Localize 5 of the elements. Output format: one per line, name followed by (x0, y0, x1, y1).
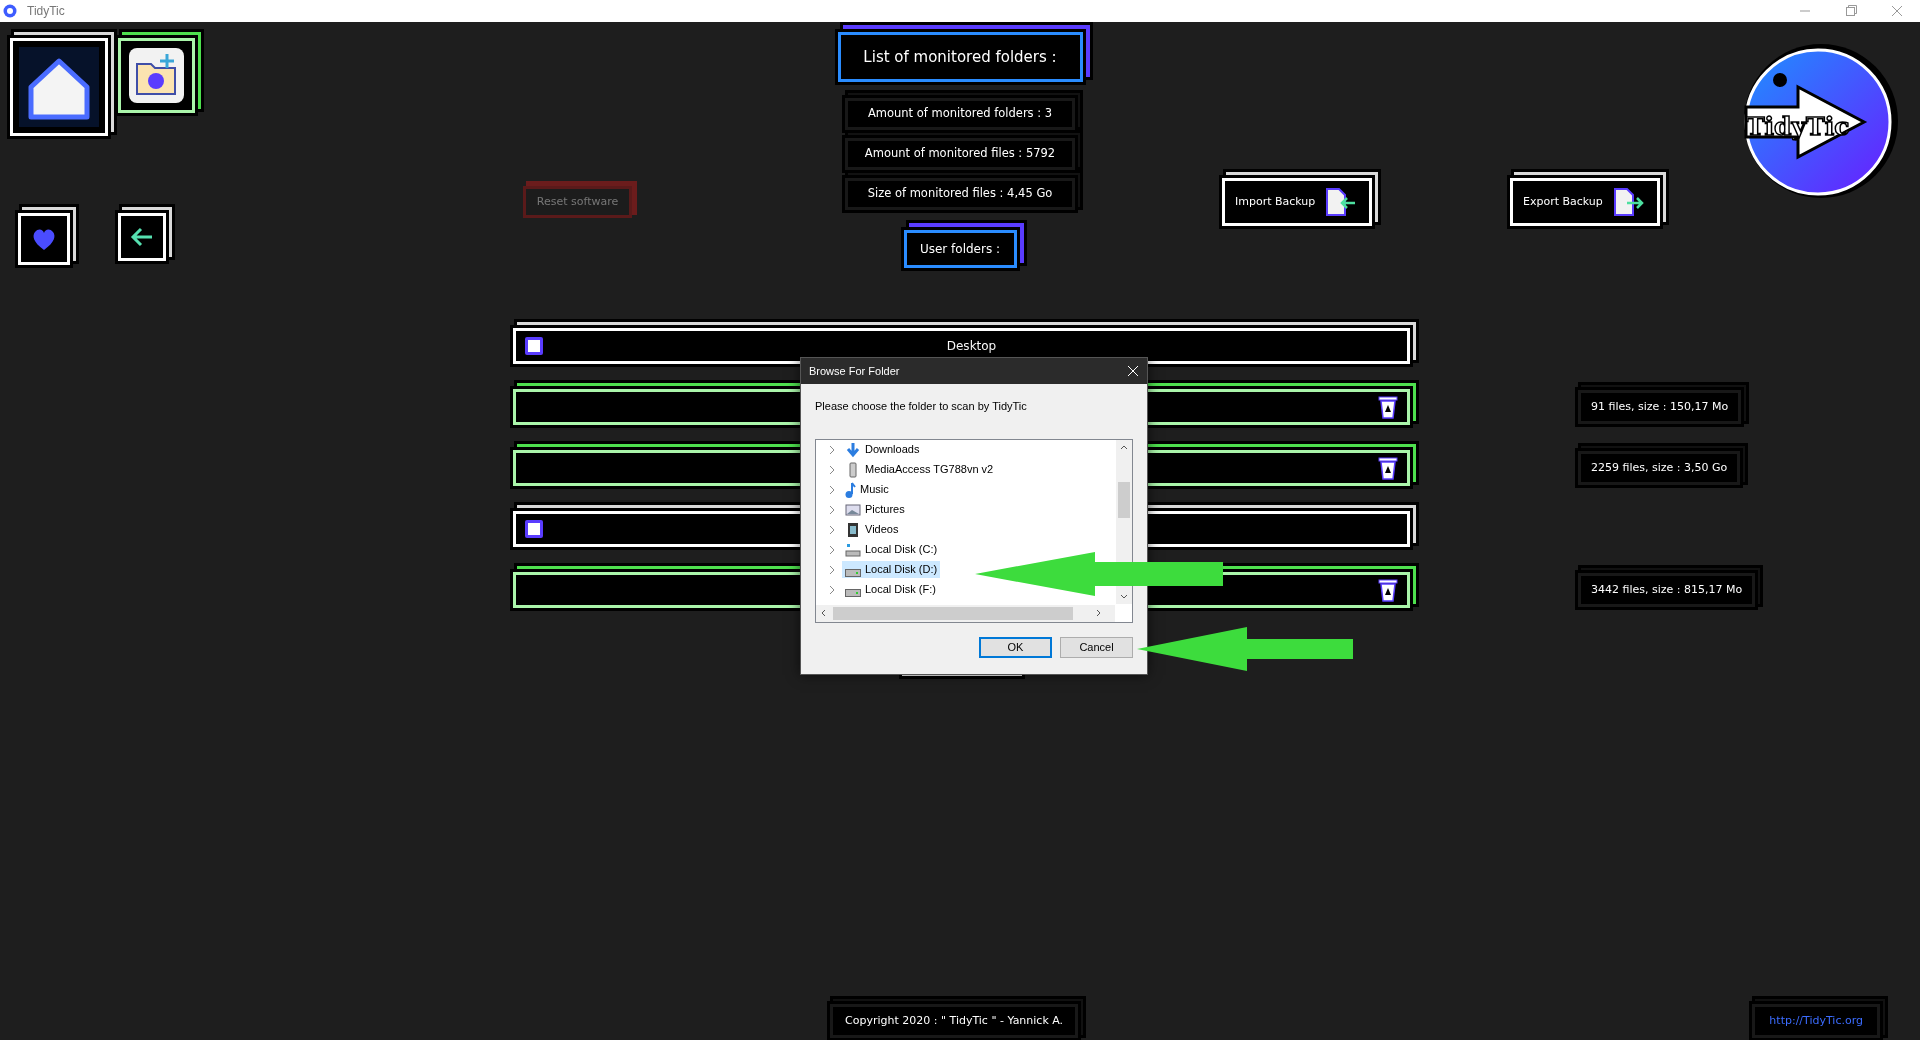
dialog-title: Browse For Folder (809, 363, 900, 379)
logo-text: TidyTic (1746, 111, 1850, 143)
dialog-prompt: Please choose the folder to scan by TidyTic (815, 399, 1028, 414)
folder-name: Desktop (945, 338, 998, 355)
window-title: TidyTic (27, 3, 65, 20)
